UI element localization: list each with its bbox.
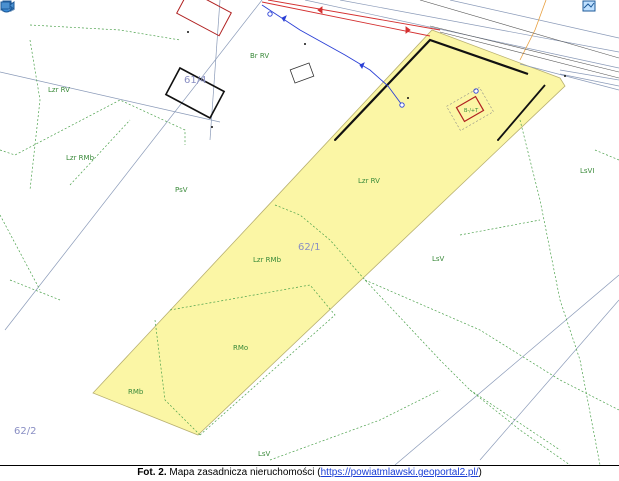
figure-caption: Fot. 2. Mapa zasadnicza nieruchomości (h… — [0, 465, 619, 481]
building-small — [289, 62, 315, 84]
landuse-lsv-bottom: LsV — [258, 450, 271, 458]
globe-icon[interactable] — [0, 0, 56, 13]
parcel-62-1-label: 62/1 — [298, 242, 320, 253]
landuse-rmo: RMo — [233, 344, 248, 352]
landuse-lsv: LsV — [432, 255, 445, 263]
landuse-lzr-rmb-main: Lzr RMb — [253, 256, 282, 264]
landuse-lzr-rv-left: Lzr RV — [48, 86, 70, 94]
parcel-62-2-label: 62/2 — [14, 426, 36, 437]
utility-line-red — [261, 0, 441, 37]
landuse-psv: PsV — [175, 186, 188, 194]
print-icon[interactable] — [0, 0, 37, 12]
landuse-br-rv: Br RV — [250, 52, 269, 60]
landuse-lsvi: LsVI — [580, 167, 594, 175]
caption-prefix: Fot. 2. — [137, 467, 167, 478]
map-icon[interactable] — [582, 0, 617, 12]
building-label: B-/+T — [464, 108, 479, 114]
landuse-lzr-rv-main: Lzr RV — [358, 177, 380, 185]
caption-suffix: ) — [478, 467, 482, 478]
map-toolbar — [0, 0, 77, 14]
camera-icon[interactable] — [0, 0, 75, 12]
landuse-lzr-rmb-left: Lzr RMb — [66, 154, 95, 162]
parcel-62-1-area — [92, 29, 566, 436]
parcel-61-4-label: 61/4 — [184, 75, 206, 86]
map-toolbar-right — [582, 0, 617, 12]
map-canvas[interactable]: 62/1 62/2 61/4 Lzr RV Lzr RMb Br RV PsV … — [0, 0, 619, 465]
caption-link[interactable]: https://powiatmlawski.geoportal2.pl/ — [321, 467, 479, 478]
map-drawing: 62/1 62/2 61/4 Lzr RV Lzr RMb Br RV PsV … — [0, 0, 619, 465]
caption-text: Mapa zasadnicza nieruchomości ( — [166, 467, 321, 478]
building-north — [176, 0, 232, 37]
landuse-rmb: RMb — [128, 388, 144, 396]
